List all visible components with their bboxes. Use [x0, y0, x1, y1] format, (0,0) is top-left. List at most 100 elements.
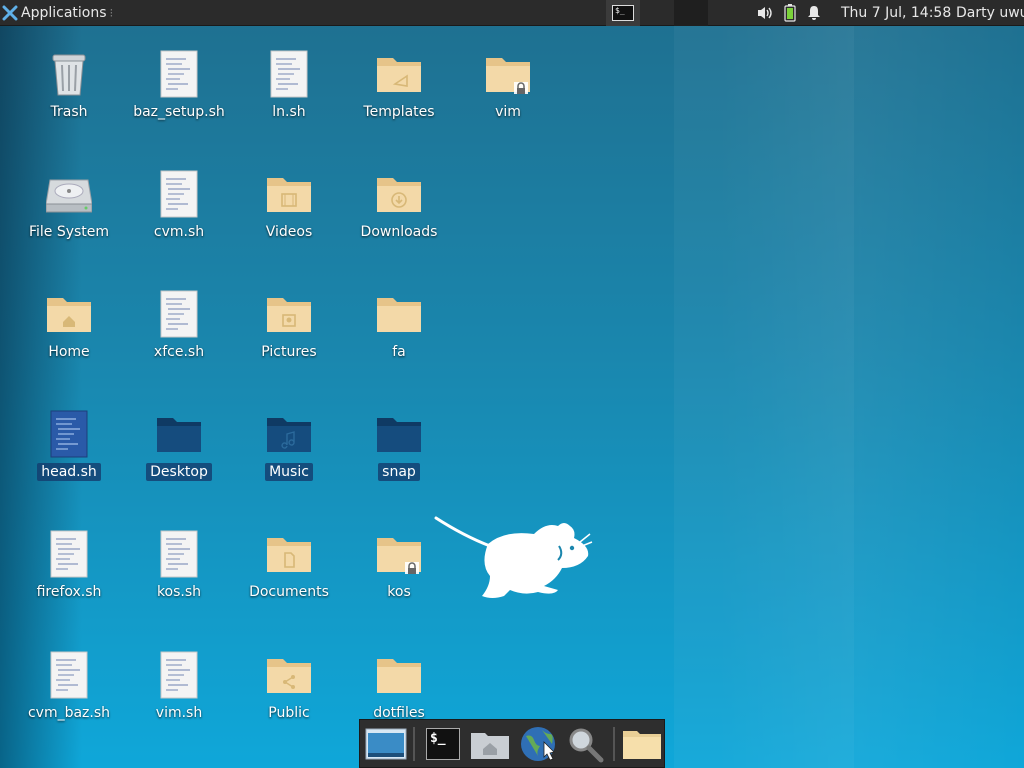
- trash-icon: [45, 48, 93, 100]
- desktop-icon-downloads[interactable]: Downloads: [349, 168, 449, 241]
- panel-separator: ⁝: [109, 5, 114, 20]
- desktop-icon-label: vim.sh: [155, 705, 203, 721]
- desktop-icon-label: Home: [48, 344, 90, 360]
- background-light-band: [674, 26, 854, 768]
- folder-locked-icon: [375, 528, 423, 580]
- system-tray: [756, 0, 822, 26]
- folder-templates-icon: [375, 48, 423, 100]
- applications-menu-button[interactable]: Applications ⁝: [0, 0, 120, 26]
- task-slot-2[interactable]: [674, 0, 708, 26]
- notification-bell-icon[interactable]: [806, 5, 822, 21]
- desktop-icon-fa[interactable]: fa: [349, 288, 449, 361]
- top-panel: Applications ⁝ $_ Thu 7 Jul, 14:58 Darty…: [0, 0, 1024, 26]
- folder-videos-icon: [265, 168, 313, 220]
- folder-music-icon: [265, 408, 313, 460]
- desktop-icon-dotfiles[interactable]: dotfiles: [349, 649, 449, 722]
- desktop-icon-label: firefox.sh: [36, 584, 102, 600]
- desktop-icon-kos-sh[interactable]: kos.sh: [129, 528, 229, 601]
- desktop-icon-label: ln.sh: [272, 104, 306, 120]
- user-menu[interactable]: Darty uwu: [956, 0, 1024, 26]
- desktop-icon-label: Downloads: [360, 224, 438, 240]
- desktop-icon-cvm-sh[interactable]: cvm.sh: [129, 168, 229, 241]
- folder-icon: [375, 288, 423, 340]
- script-file-icon: [155, 168, 203, 220]
- desktop-icon-label: Videos: [265, 224, 313, 240]
- desktop-icon-label: Trash: [50, 104, 88, 120]
- desktop-icon-label: Music: [265, 463, 313, 481]
- app-finder-launcher[interactable]: [563, 722, 606, 766]
- desktop-icon-documents[interactable]: Documents: [239, 528, 339, 601]
- terminal-window-icon: $_: [612, 5, 634, 21]
- script-file-icon: [155, 48, 203, 100]
- folder-icon: [375, 649, 423, 701]
- battery-icon[interactable]: [784, 4, 796, 22]
- terminal-launcher[interactable]: $_: [421, 722, 464, 766]
- web-browser-launcher[interactable]: [516, 722, 559, 766]
- folder-locked-icon: [484, 48, 532, 100]
- applications-menu-label: Applications: [21, 4, 107, 21]
- desktop-icon-head-sh[interactable]: head.sh: [19, 408, 119, 481]
- script-file-icon: [45, 408, 93, 460]
- desktop-icon-label: vim: [495, 104, 521, 120]
- desktop-icon-desktop[interactable]: Desktop: [129, 408, 229, 481]
- xfce-logo-icon: [2, 5, 18, 20]
- folder-launcher[interactable]: [621, 722, 664, 766]
- desktop-icon-label: Documents: [249, 584, 329, 600]
- desktop-icon-ln-sh[interactable]: ln.sh: [239, 48, 339, 121]
- desktop-icon-templates[interactable]: Templates: [349, 48, 449, 121]
- dock-separator-2: [612, 726, 615, 761]
- desktop-icon-vim[interactable]: vim: [458, 48, 558, 121]
- xfce-mouse-logo: [434, 516, 593, 598]
- script-file-icon: [265, 48, 313, 100]
- desktop-icon-home[interactable]: Home: [19, 288, 119, 361]
- desktop-icon-label: xfce.sh: [153, 344, 205, 360]
- desktop-icon-label: cvm_baz.sh: [27, 705, 111, 721]
- desktop-icon-videos[interactable]: Videos: [239, 168, 339, 241]
- desktop-icon-xfce-sh[interactable]: xfce.sh: [129, 288, 229, 361]
- folder-icon: [155, 408, 203, 460]
- desktop-icon-music[interactable]: Music: [239, 408, 339, 481]
- desktop-icon-label: cvm.sh: [153, 224, 205, 240]
- desktop-icon-label: kos.sh: [156, 584, 202, 600]
- task-terminal[interactable]: $_: [606, 0, 640, 26]
- desktop-icon-label: Desktop: [146, 463, 212, 481]
- desktop-icon-label: Public: [268, 705, 310, 721]
- script-file-icon: [155, 288, 203, 340]
- show-desktop-icon: [365, 728, 407, 759]
- desktop-icon-file-system[interactable]: File System: [19, 168, 119, 241]
- desktop-icon-trash[interactable]: Trash: [19, 48, 119, 121]
- clock[interactable]: Thu 7 Jul, 14:58: [841, 0, 951, 26]
- show-desktop-launcher[interactable]: [364, 722, 407, 766]
- folder-pictures-icon: [265, 288, 313, 340]
- hard-drive-icon: [45, 168, 93, 220]
- script-file-icon: [155, 528, 203, 580]
- desktop-icon-cvm-baz-sh[interactable]: cvm_baz.sh: [19, 649, 119, 722]
- folder-home-icon: [45, 288, 93, 340]
- window-buttons: $_: [606, 0, 708, 26]
- script-file-icon: [155, 649, 203, 701]
- desktop-icon-label: head.sh: [37, 463, 101, 481]
- task-slot-1[interactable]: [640, 0, 674, 26]
- dock-separator: [413, 726, 416, 761]
- folder-icon: [375, 408, 423, 460]
- desktop-icon-label: snap: [378, 463, 420, 481]
- desktop-icon-pictures[interactable]: Pictures: [239, 288, 339, 361]
- desktop-icon-label: fa: [392, 344, 406, 360]
- folder-icon: [623, 730, 662, 759]
- magnifier-icon: [569, 728, 604, 762]
- desktop-icon-firefox-sh[interactable]: firefox.sh: [19, 528, 119, 601]
- volume-icon[interactable]: [756, 5, 774, 21]
- bottom-dock: $_: [359, 719, 665, 768]
- home-folder-launcher[interactable]: [469, 722, 512, 766]
- globe-icon: [520, 726, 555, 761]
- terminal-icon: $_: [425, 727, 460, 760]
- desktop-icon-label: Pictures: [261, 344, 317, 360]
- desktop-icon-baz-setup-sh[interactable]: baz_setup.sh: [129, 48, 229, 121]
- folder-public-icon: [265, 649, 313, 701]
- desktop-icon-vim-sh[interactable]: vim.sh: [129, 649, 229, 722]
- home-folder-icon: [471, 732, 510, 759]
- folder-documents-icon: [265, 528, 313, 580]
- desktop-icon-snap[interactable]: snap: [349, 408, 449, 481]
- desktop-icon-public[interactable]: Public: [239, 649, 339, 722]
- desktop-icon-label: baz_setup.sh: [133, 104, 225, 120]
